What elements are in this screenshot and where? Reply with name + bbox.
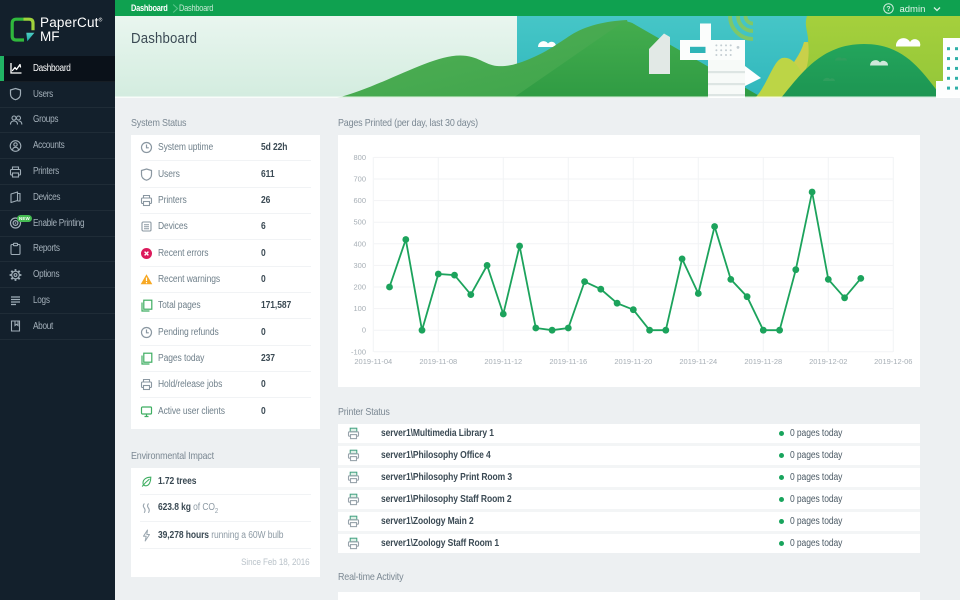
svg-text:-100: -100 — [351, 347, 366, 356]
svg-text:400: 400 — [353, 239, 366, 248]
svg-text:0: 0 — [362, 326, 366, 335]
svg-text:?: ? — [887, 5, 891, 12]
svg-text:2019-11-28: 2019-11-28 — [744, 357, 782, 366]
svg-text:2019-11-24: 2019-11-24 — [679, 357, 717, 366]
svg-text:2019-11-16: 2019-11-16 — [549, 357, 587, 366]
svg-text:200: 200 — [353, 283, 366, 292]
svg-text:2019-11-04: 2019-11-04 — [354, 357, 392, 366]
svg-text:2019-12-02: 2019-12-02 — [809, 357, 847, 366]
svg-text:2019-11-08: 2019-11-08 — [419, 357, 457, 366]
svg-text:500: 500 — [353, 218, 366, 227]
svg-text:100: 100 — [353, 304, 366, 313]
svg-text:300: 300 — [353, 261, 366, 270]
svg-text:2019-12-06: 2019-12-06 — [874, 357, 912, 366]
svg-text:2019-11-12: 2019-11-12 — [484, 357, 522, 366]
svg-text:600: 600 — [353, 196, 366, 205]
svg-text:800: 800 — [353, 153, 366, 162]
svg-text:2019-11-20: 2019-11-20 — [614, 357, 652, 366]
svg-text:700: 700 — [353, 175, 366, 184]
